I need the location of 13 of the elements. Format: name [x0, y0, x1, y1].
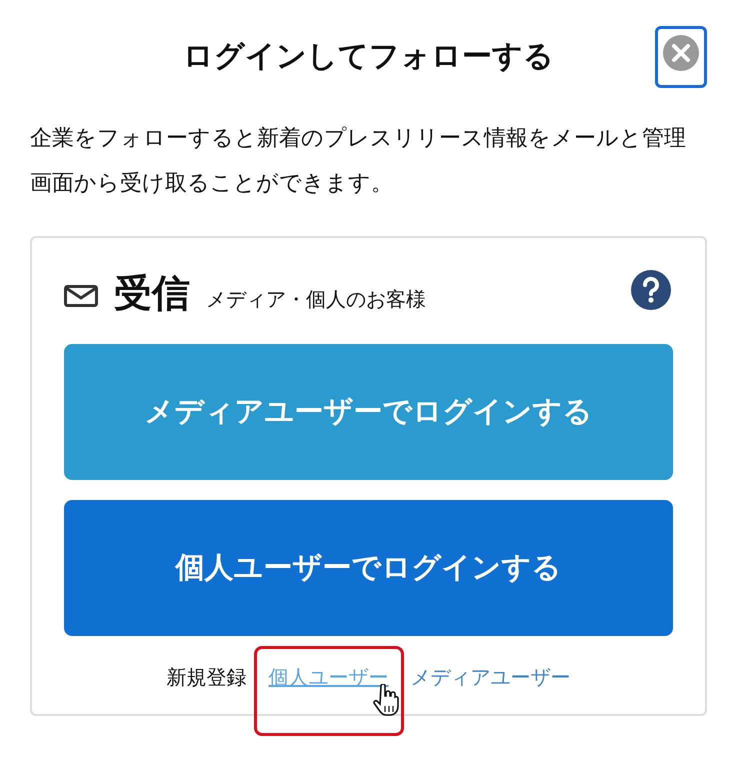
close-button[interactable] [655, 26, 707, 88]
dialog-title: ログインしてフォローする [183, 38, 554, 76]
register-link[interactable]: 個人ユーザー [268, 664, 388, 688]
mail-icon [64, 285, 98, 307]
hand-cursor-icon [372, 684, 398, 716]
help-icon[interactable] [631, 270, 671, 310]
register-label: 新規登録 [166, 664, 246, 690]
description-text: 企業をフォローすると新着のプレスリリース情報をメールと管理画面から受け取ることができます。 [30, 125, 687, 198]
section-subheading: メディア・個人のお客様 [206, 286, 426, 313]
register-link[interactable]: メディアユーザー [410, 664, 570, 688]
login-button[interactable]: 個人ユーザーでログインする [64, 500, 673, 636]
section-heading: 受信 [114, 270, 190, 317]
login-button[interactable]: メディアユーザーでログインする [64, 344, 673, 480]
